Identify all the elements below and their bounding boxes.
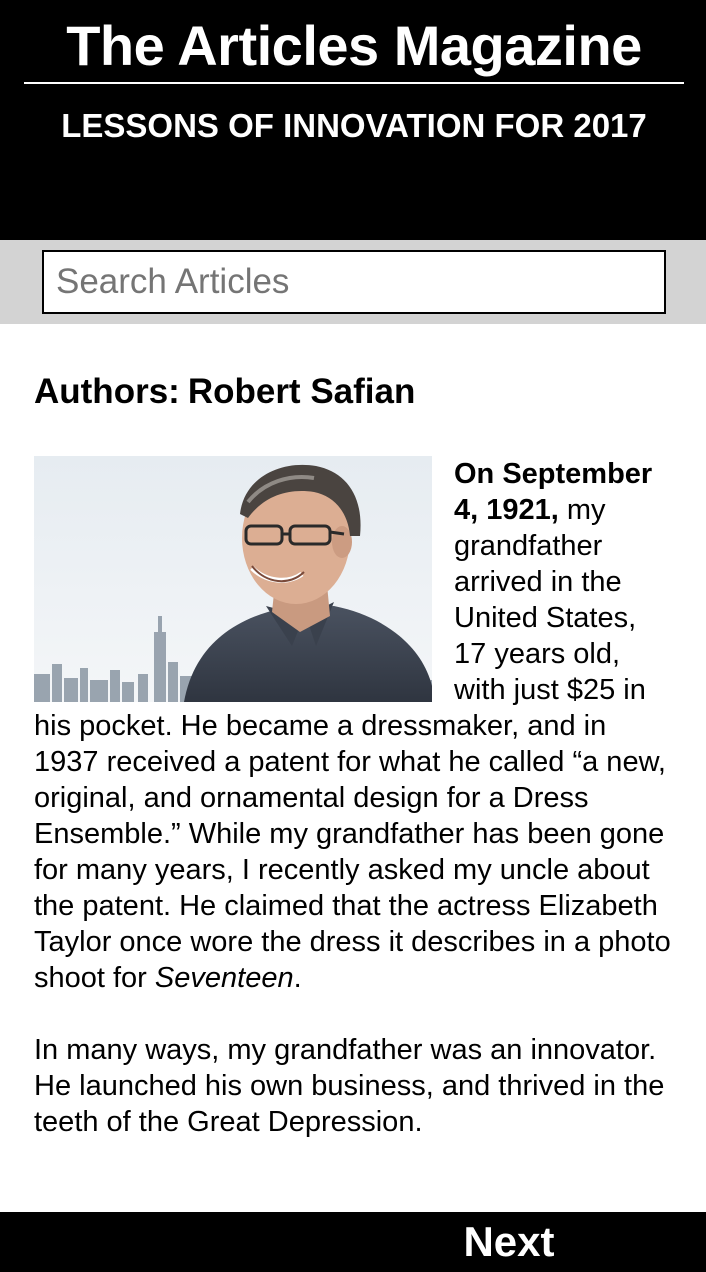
site-header: The Articles Magazine LESSONS OF INNOVAT… xyxy=(0,0,706,240)
article-body: On September 4, 1921, my grandfather arr… xyxy=(34,456,674,1140)
title-divider xyxy=(24,82,684,84)
authors-label: Authors: xyxy=(34,372,180,411)
article: Authors: Robert Safian On September 4, 1… xyxy=(34,370,674,1169)
search-bar xyxy=(0,240,706,324)
site-title: The Articles Magazine xyxy=(66,14,642,77)
footer-bar: Next xyxy=(0,1212,706,1272)
search-input[interactable] xyxy=(42,250,666,314)
author-photo xyxy=(34,456,432,702)
article-lead: On September 4, 1921, xyxy=(454,458,653,526)
authors-heading: Authors: Robert Safian xyxy=(34,370,674,414)
next-button[interactable]: Next xyxy=(436,1212,582,1272)
issue-title: LESSONS OF INNOVATION FOR 2017 xyxy=(61,107,647,144)
paragraph-1-end: . xyxy=(293,962,302,994)
publication-title: Seventeen xyxy=(154,962,294,994)
author-name: Robert Safian xyxy=(187,372,416,411)
article-paragraph-2: In many ways, my grandfather was an inno… xyxy=(34,1034,665,1138)
